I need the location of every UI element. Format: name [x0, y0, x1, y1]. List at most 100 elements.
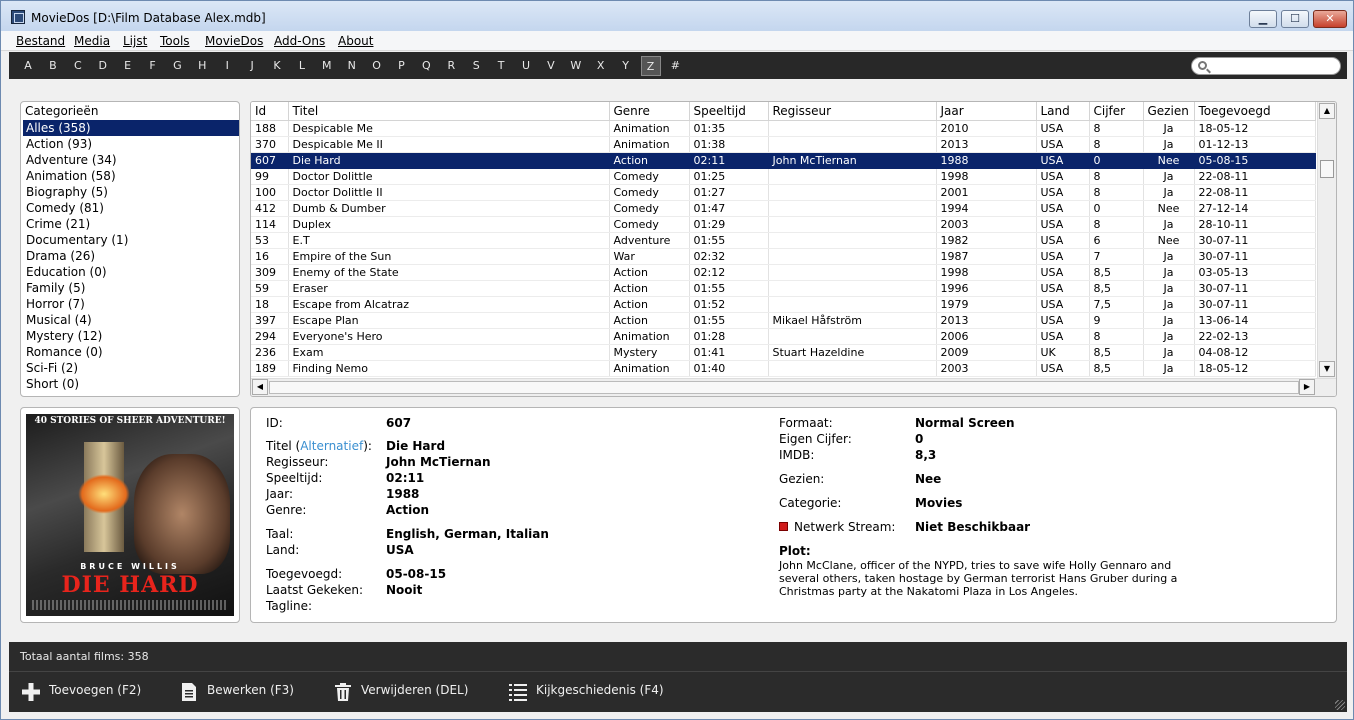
letter-filter-b[interactable]: B — [43, 56, 63, 76]
column-header-id[interactable]: Id — [251, 102, 289, 121]
table-row[interactable]: 59 Eraser Action 01:55 1996 USA 8,5 Ja 30-07-11 — [251, 280, 1316, 297]
letter-filter-u[interactable]: U — [516, 56, 536, 76]
letter-filter-w[interactable]: W — [566, 56, 586, 76]
column-header-jaar[interactable]: Jaar — [936, 102, 1037, 121]
table-row[interactable]: 16 Empire of the Sun War 02:32 1987 USA 7 Ja 30-… — [251, 248, 1316, 265]
category-item[interactable]: Adventure (34) — [23, 152, 239, 168]
table-row[interactable]: 607 Die Hard Action 02:11 John McTiernan 1988… — [251, 152, 1316, 169]
watch-history-button[interactable]: Kijkgeschiedenis (F4) — [508, 682, 678, 702]
table-row[interactable]: 397 Escape Plan Action 01:55 Mikael Håfström… — [251, 312, 1316, 329]
category-item[interactable]: Mystery (12) — [23, 328, 239, 344]
alternative-title-link[interactable]: Alternatief — [300, 439, 363, 453]
letter-filter-e[interactable]: E — [118, 56, 138, 76]
category-item[interactable]: Education (0) — [23, 264, 239, 280]
column-header-regisseur[interactable]: Regisseur — [768, 102, 937, 121]
table-row[interactable]: 114 Duplex Comedy 01:29 2003 USA 8 Ja 28-10-11 — [251, 216, 1316, 233]
letter-filter-o[interactable]: O — [367, 56, 387, 76]
edit-button[interactable]: Bewerken (F3) — [179, 682, 314, 702]
column-header-cijfer[interactable]: Cijfer — [1089, 102, 1144, 121]
table-row[interactable]: 18 Escape from Alcatraz Action 01:52 1979 USA… — [251, 296, 1316, 313]
cell-toegevoegd: 03-05-13 — [1194, 264, 1316, 281]
table-row[interactable]: 100 Doctor Dolittle II Comedy 01:27 2001 USA 8… — [251, 184, 1316, 201]
letter-filter-a[interactable]: A — [18, 56, 38, 76]
table-row[interactable]: 189 Finding Nemo Animation 01:40 2003 USA 8,5 J… — [251, 360, 1316, 377]
category-item[interactable]: Documentary (1) — [23, 232, 239, 248]
table-row[interactable]: 370 Despicable Me II Animation 01:38 2013 USA… — [251, 136, 1316, 153]
category-item[interactable]: Biography (5) — [23, 184, 239, 200]
table-row[interactable]: 99 Doctor Dolittle Comedy 01:25 1998 USA 8 Ja 22… — [251, 168, 1316, 185]
category-item[interactable]: Family (5) — [23, 280, 239, 296]
menu-about[interactable]: About — [338, 34, 373, 48]
category-item[interactable]: Romance (0) — [23, 344, 239, 360]
letter-filter-hash[interactable]: # — [665, 56, 685, 76]
search-input[interactable] — [1212, 59, 1336, 73]
menu-lijst[interactable]: Lijst — [123, 34, 147, 48]
column-header-land[interactable]: Land — [1036, 102, 1090, 121]
category-item[interactable]: Comedy (81) — [23, 200, 239, 216]
scroll-thumb[interactable] — [1320, 160, 1334, 178]
table-row[interactable]: 236 Exam Mystery 01:41 Stuart Hazeldine 2009 U… — [251, 344, 1316, 361]
menu-tools[interactable]: Tools — [160, 34, 190, 48]
table-row[interactable]: 294 Everyone's Hero Animation 01:28 2006 USA 8… — [251, 328, 1316, 345]
letter-filter-i[interactable]: I — [217, 56, 237, 76]
category-item[interactable]: Musical (4) — [23, 312, 239, 328]
horizontal-scrollbar[interactable]: ◀ ▶ — [251, 378, 1336, 396]
table-row[interactable]: 53 E.T Adventure 01:55 1982 USA 6 Nee 30-07-11 — [251, 232, 1316, 249]
column-header-speeltijd[interactable]: Speeltijd — [689, 102, 769, 121]
letter-filter-l[interactable]: L — [292, 56, 312, 76]
column-header-toegevoegd[interactable]: Toegevoegd — [1194, 102, 1316, 121]
letter-filter-j[interactable]: J — [242, 56, 262, 76]
letter-filter-f[interactable]: F — [143, 56, 163, 76]
vertical-scrollbar[interactable]: ▲ ▼ — [1317, 102, 1336, 378]
country-label: Land: — [266, 543, 300, 557]
search-box[interactable] — [1191, 57, 1341, 75]
letter-filter-y[interactable]: Y — [616, 56, 636, 76]
letter-filter-x[interactable]: X — [591, 56, 611, 76]
menu-add-ons[interactable]: Add-Ons — [274, 34, 325, 48]
table-row[interactable]: 412 Dumb & Dumber Comedy 01:47 1994 USA 0 Nee 27… — [251, 200, 1316, 217]
table-row[interactable]: 188 Despicable Me Animation 01:35 2010 USA 8 Ja… — [251, 120, 1316, 137]
letter-filter-d[interactable]: D — [93, 56, 113, 76]
menu-moviedos[interactable]: MovieDos — [205, 34, 263, 48]
maximize-button[interactable]: ☐ — [1281, 10, 1309, 28]
letter-filter-q[interactable]: Q — [416, 56, 436, 76]
category-item[interactable]: Crime (21) — [23, 216, 239, 232]
scroll-up-icon[interactable]: ▲ — [1319, 103, 1335, 119]
menu-bestand[interactable]: Bestand — [16, 34, 65, 48]
letter-filter-r[interactable]: R — [441, 56, 461, 76]
scroll-left-icon[interactable]: ◀ — [252, 379, 268, 395]
cell-genre: Comedy — [609, 200, 690, 217]
column-header-genre[interactable]: Genre — [609, 102, 690, 121]
category-item[interactable]: Short (0) — [23, 376, 239, 392]
column-header-gezien[interactable]: Gezien — [1143, 102, 1195, 121]
category-item[interactable]: Alles (358) — [23, 120, 239, 136]
horizontal-scroll-thumb[interactable] — [269, 381, 1299, 394]
scroll-down-icon[interactable]: ▼ — [1319, 361, 1335, 377]
delete-button[interactable]: Verwijderen (DEL) — [333, 682, 483, 702]
letter-filter-h[interactable]: H — [192, 56, 212, 76]
category-item[interactable]: Action (93) — [23, 136, 239, 152]
letter-filter-z[interactable]: Z — [640, 56, 661, 76]
letter-filter-m[interactable]: M — [317, 56, 337, 76]
category-item[interactable]: Sci-Fi (2) — [23, 360, 239, 376]
letter-filter-c[interactable]: C — [68, 56, 88, 76]
column-header-titel[interactable]: Titel — [288, 102, 610, 121]
letter-filter-t[interactable]: T — [491, 56, 511, 76]
table-row[interactable]: 309 Enemy of the State Action 02:12 1998 USA 8… — [251, 264, 1316, 281]
menu-media[interactable]: Media — [74, 34, 110, 48]
category-item[interactable]: Horror (7) — [23, 296, 239, 312]
category-item[interactable]: Drama (26) — [23, 248, 239, 264]
scroll-right-icon[interactable]: ▶ — [1299, 379, 1315, 395]
cell-titel: Empire of the Sun — [288, 248, 610, 265]
letter-filter-s[interactable]: S — [466, 56, 486, 76]
letter-filter-k[interactable]: K — [267, 56, 287, 76]
resize-grip-icon[interactable] — [1335, 700, 1345, 710]
letter-filter-g[interactable]: G — [167, 56, 187, 76]
close-button[interactable]: ✕ — [1313, 10, 1347, 28]
add-button[interactable]: Toevoegen (F2) — [21, 682, 161, 702]
letter-filter-n[interactable]: N — [342, 56, 362, 76]
letter-filter-v[interactable]: V — [541, 56, 561, 76]
letter-filter-p[interactable]: P — [392, 56, 412, 76]
category-item[interactable]: Animation (58) — [23, 168, 239, 184]
minimize-button[interactable]: ▁ — [1249, 10, 1277, 28]
